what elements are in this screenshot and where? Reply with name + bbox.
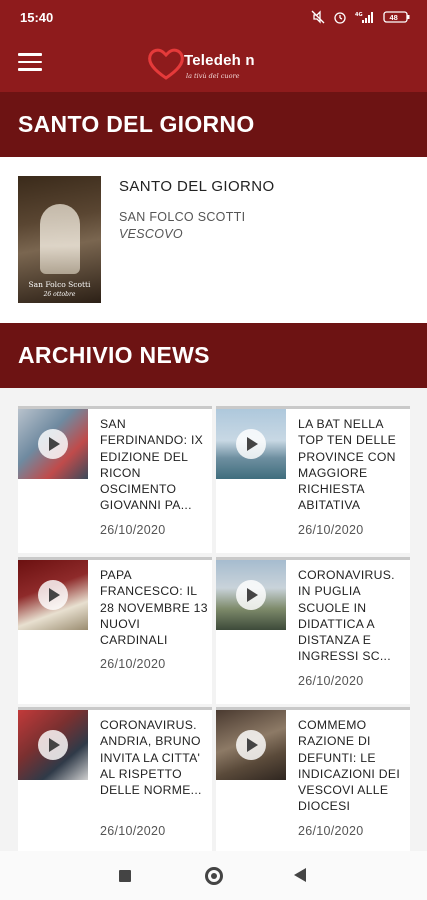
battery-level: 48 [390,13,398,22]
news-date: 26/10/2020 [100,824,166,838]
heart-logo-icon [148,48,184,80]
news-thumbnail [216,409,286,479]
app-bar: Teledeh n la tivù del cuore [0,34,427,92]
saint-card-title: SANTO DEL GIORNO [119,178,275,195]
saint-section-header: SANTO DEL GIORNO [0,92,427,157]
news-title: PAPA FRANCESCO: IL 28 NOVEMBRE 13 NUOVI … [100,568,208,648]
news-thumbnail [18,409,88,479]
logo-subtitle: la tivù del cuore [186,72,240,80]
logo-text: Teledeh n [184,52,255,69]
news-date: 26/10/2020 [100,657,166,671]
saint-image: San Folco Scotti 26 ottobre [18,176,101,303]
news-thumbnail [18,560,88,630]
play-icon[interactable] [38,580,68,610]
news-thumbnail [216,560,286,630]
status-time: 15:40 [20,9,54,25]
status-bar: 15:40 4G 48 [0,0,427,34]
news-title: CORONAVIRUS. IN PUGLIA SCUOLE IN DIDATTI… [298,568,395,664]
news-title: SAN FERDINANDO: IX EDIZIONE DEL RICON OS… [100,417,204,513]
system-nav-bar [0,851,427,900]
news-item[interactable]: PAPA FRANCESCO: IL 28 NOVEMBRE 13 NUOVI … [18,557,212,704]
saint-image-date: 26 ottobre [43,291,76,298]
news-item[interactable]: SAN FERDINANDO: IX EDIZIONE DEL RICON OS… [18,406,212,553]
news-thumbnail [18,710,88,780]
news-item[interactable]: CORONAVIRUS. ANDRIA, BRUNO INVITA LA CIT… [18,707,212,851]
alarm-icon [334,12,346,24]
saint-card[interactable]: San Folco Scotti 26 ottobre SANTO DEL GI… [0,157,427,323]
news-title: LA BAT NELLA TOP TEN DELLE PROVINCE CON … [298,417,397,513]
news-item[interactable]: COMMEMO RAZIONE DI DEFUNTI: LE INDICAZIO… [216,707,410,851]
news-thumbnail [216,710,286,780]
saint-role: VESCOVO [119,227,183,241]
news-section-header: ARCHIVIO NEWS [0,323,427,388]
news-date: 26/10/2020 [298,523,364,537]
home-icon[interactable] [205,867,223,885]
svg-text:4G: 4G [355,12,363,18]
saint-name: SAN FOLCO SCOTTI [119,210,246,224]
play-icon[interactable] [236,730,266,760]
news-item[interactable]: CORONAVIRUS. IN PUGLIA SCUOLE IN DIDATTI… [216,557,410,704]
recent-apps-icon[interactable] [119,870,131,882]
mute-icon [311,10,325,24]
play-icon[interactable] [38,730,68,760]
battery-icon: 48 [383,11,410,23]
news-item[interactable]: LA BAT NELLA TOP TEN DELLE PROVINCE CON … [216,406,410,553]
news-date: 26/10/2020 [298,674,364,688]
status-icons: 4G 48 [311,10,411,24]
saint-image-caption: San Folco Scotti [28,280,91,289]
news-title: CORONAVIRUS. ANDRIA, BRUNO INVITA LA CIT… [100,718,202,798]
news-date: 26/10/2020 [100,523,166,537]
saint-figure [40,204,80,274]
play-icon[interactable] [236,580,266,610]
teledehon-logo[interactable]: Teledeh n la tivù del cuore [146,42,276,86]
back-icon[interactable] [294,868,306,882]
signal-4g-icon: 4G [355,12,373,23]
hamburger-menu-icon[interactable] [18,53,42,73]
news-date: 26/10/2020 [298,824,364,838]
play-icon[interactable] [38,429,68,459]
news-title: COMMEMO RAZIONE DI DEFUNTI: LE INDICAZIO… [298,718,401,814]
play-icon[interactable] [236,429,266,459]
